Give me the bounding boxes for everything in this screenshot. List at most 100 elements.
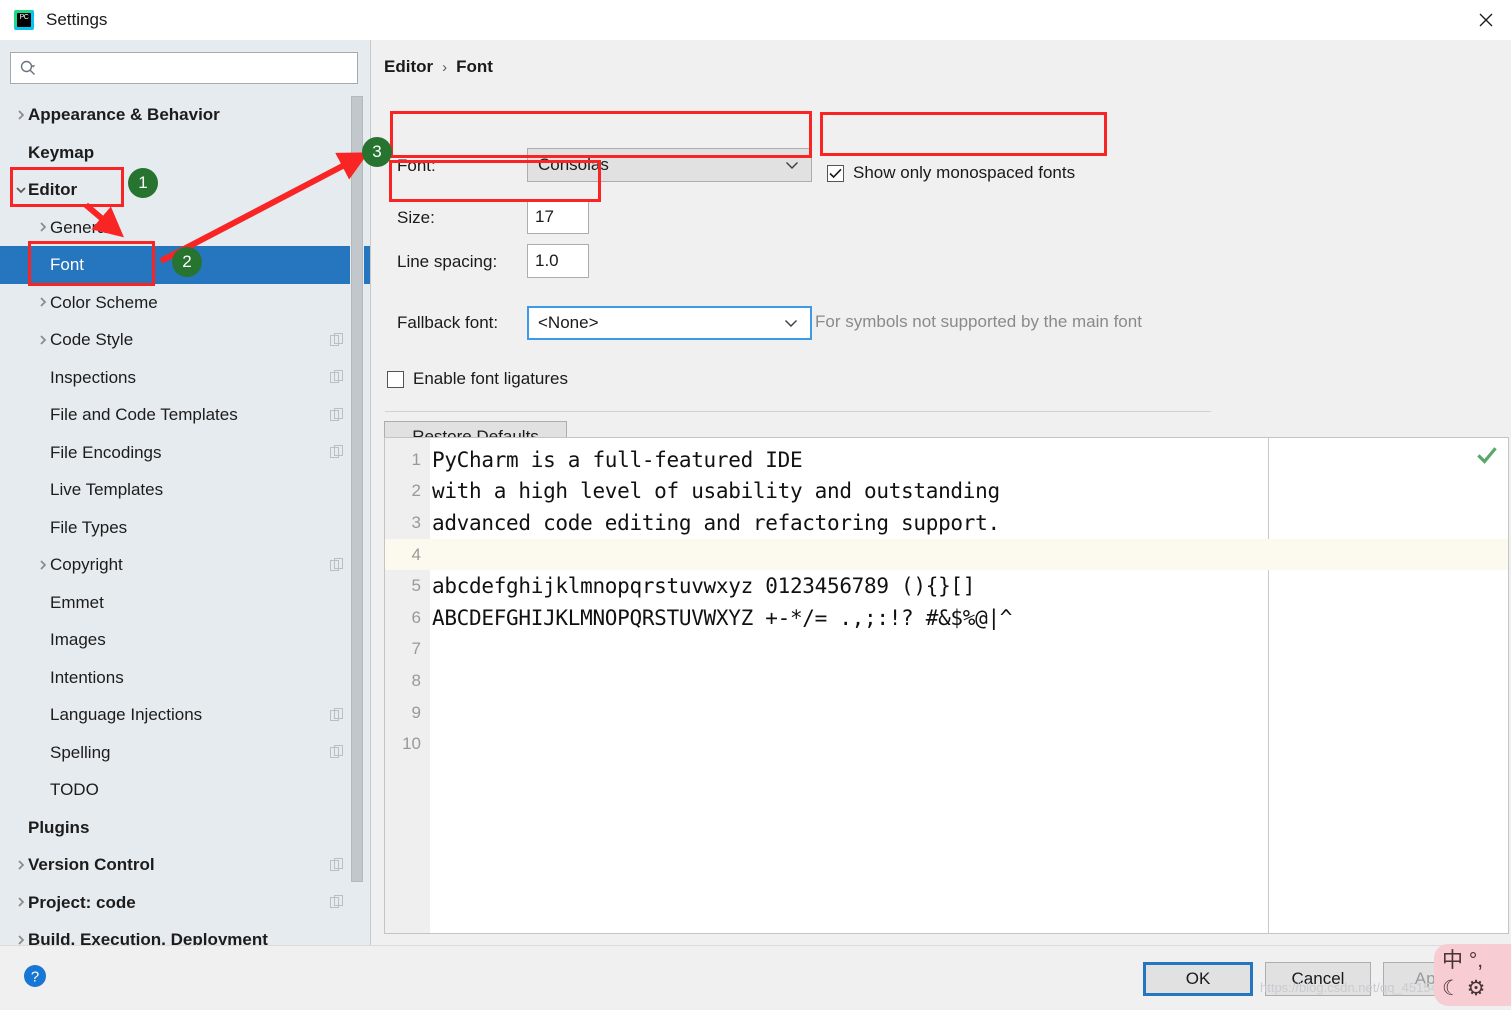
chevron-right-icon[interactable] xyxy=(36,295,50,309)
copy-settings-icon[interactable] xyxy=(330,445,344,459)
editor-line: 2 with a high level of usability and outs… xyxy=(385,476,1508,508)
ime-glyph-row-2: ☾ ⚙ xyxy=(1442,977,1486,1000)
copy-settings-icon[interactable] xyxy=(330,407,344,422)
monospaced-fonts-checkbox-row[interactable]: Show only monospaced fonts xyxy=(827,163,1075,183)
ime-floating-widget[interactable]: 中 °, ☾ ⚙ xyxy=(1434,944,1511,1006)
line-number: 6 xyxy=(411,607,421,627)
sidebar-item-label: Intentions xyxy=(50,667,124,687)
ligatures-checkbox[interactable] xyxy=(387,370,404,388)
sidebar-item-live-templates[interactable]: Live Templates xyxy=(0,471,370,509)
sidebar-item-label: Images xyxy=(50,630,106,650)
editor-line: 7 xyxy=(385,634,1508,666)
editor-line: 8 xyxy=(385,665,1508,697)
sidebar-item-label: File and Code Templates xyxy=(50,405,238,425)
chevron-right-icon[interactable] xyxy=(14,895,28,909)
copy-settings-icon[interactable] xyxy=(330,745,344,759)
sidebar-item-file-types[interactable]: File Types xyxy=(0,509,370,547)
settings-tree[interactable]: Appearance & Behavior Keymap Editor General… xyxy=(0,96,370,945)
copy-settings-icon[interactable] xyxy=(330,332,344,347)
editor-line: 1 PyCharm is a full-featured IDE xyxy=(385,444,1508,476)
copy-settings-icon[interactable] xyxy=(330,557,344,572)
line-number: 8 xyxy=(411,670,421,690)
line-spacing-input[interactable] xyxy=(527,244,589,278)
sidebar-item-label: Appearance & Behavior xyxy=(28,105,220,125)
green-check-icon[interactable] xyxy=(1477,446,1497,466)
sidebar-item-label: Plugins xyxy=(28,817,90,837)
sidebar-item-color-scheme[interactable]: Color Scheme xyxy=(0,284,370,322)
editor-line: 6 ABCDEFGHIJKLMNOPQRSTUVWXYZ +-*/= .,;:!?… xyxy=(385,602,1508,634)
sidebar-item-code-style[interactable]: Code Style xyxy=(0,321,370,359)
breadcrumb-parent[interactable]: Editor xyxy=(384,57,433,77)
sidebar-item-appearance-behavior[interactable]: Appearance & Behavior xyxy=(0,96,370,134)
sidebar-item-version-control[interactable]: Version Control xyxy=(0,846,370,884)
sidebar-scrollbar[interactable] xyxy=(350,96,364,945)
font-label: Font: xyxy=(397,156,436,175)
sidebar-item-plugins[interactable]: Plugins xyxy=(0,809,370,847)
sidebar-item-label: File Types xyxy=(50,517,128,537)
sidebar-item-label: Live Templates xyxy=(50,480,164,500)
search-input[interactable] xyxy=(37,59,357,77)
sidebar-item-todo[interactable]: TODO xyxy=(0,771,370,809)
size-label: Size: xyxy=(397,208,435,227)
sidebar-item-editor[interactable]: Editor xyxy=(0,171,370,209)
size-input[interactable] xyxy=(527,200,589,234)
search-icon xyxy=(19,59,37,77)
font-family-select[interactable]: Consolas xyxy=(527,148,812,182)
sidebar-item-copyright[interactable]: Copyright xyxy=(0,546,370,584)
chevron-right-icon[interactable] xyxy=(14,858,28,872)
line-text: with a high level of usability and outst… xyxy=(432,479,1000,504)
size-row: Size: xyxy=(384,198,604,238)
chevron-right-icon[interactable] xyxy=(36,220,50,234)
copy-settings-icon[interactable] xyxy=(330,370,344,384)
line-text: abcdefghijklmnopqrstuvwxyz 0123456789 ()… xyxy=(432,574,976,599)
copy-settings-icon[interactable] xyxy=(330,857,344,872)
sidebar-item-label: General xyxy=(50,217,111,237)
font-preview-editor[interactable]: 1 PyCharm is a full-featured IDE 2 with a h… xyxy=(384,437,1509,934)
chevron-down-icon[interactable] xyxy=(14,183,28,197)
sidebar-item-file-and-code-templates[interactable]: File and Code Templates xyxy=(0,396,370,434)
breadcrumb-separator-icon: › xyxy=(442,58,448,76)
chevron-right-icon[interactable] xyxy=(36,558,50,572)
sidebar-item-language-injections[interactable]: Language Injections xyxy=(0,696,370,734)
ime-glyph-row-1: 中 °, xyxy=(1442,949,1484,972)
editor-line: 3 advanced code editing and refactoring s… xyxy=(385,507,1508,539)
sidebar-item-inspections[interactable]: Inspections xyxy=(0,359,370,397)
copy-settings-icon[interactable] xyxy=(330,707,344,722)
sidebar-item-build-execution-deployment[interactable]: Build, Execution, Deployment xyxy=(0,921,370,945)
line-text: PyCharm is a full-featured IDE xyxy=(432,447,803,472)
cancel-button[interactable]: Cancel xyxy=(1265,962,1371,996)
fallback-font-hint: For symbols not supported by the main fo… xyxy=(815,312,1142,331)
sidebar-item-font[interactable]: Font xyxy=(0,246,370,284)
editor-line: 9 xyxy=(385,697,1508,729)
sidebar-item-file-encodings[interactable]: File Encodings xyxy=(0,434,370,472)
sidebar-item-emmet[interactable]: Emmet xyxy=(0,584,370,622)
chevron-down-icon xyxy=(784,318,798,328)
monospaced-fonts-checkbox[interactable] xyxy=(827,164,844,182)
sidebar-item-images[interactable]: Images xyxy=(0,621,370,659)
chevron-right-icon[interactable] xyxy=(36,333,50,347)
editor-line: 4 xyxy=(385,538,1508,571)
search-box[interactable] xyxy=(10,52,358,84)
fallback-font-label: Fallback font: xyxy=(397,313,499,332)
sidebar-item-intentions[interactable]: Intentions xyxy=(0,659,370,697)
ok-button[interactable]: OK xyxy=(1143,962,1253,996)
ligatures-checkbox-row[interactable]: Enable font ligatures xyxy=(387,369,568,389)
help-icon[interactable]: ? xyxy=(19,960,51,992)
copy-settings-icon[interactable] xyxy=(330,895,344,909)
svg-text:?: ? xyxy=(31,969,39,986)
line-number: 4 xyxy=(385,544,424,565)
fallback-font-select[interactable]: <None> xyxy=(527,306,812,340)
close-icon[interactable] xyxy=(1461,0,1511,40)
sidebar-scrollbar-thumb[interactable] xyxy=(351,96,363,882)
chevron-right-icon[interactable] xyxy=(14,933,28,945)
sidebar-item-label: Spelling xyxy=(50,742,111,762)
sidebar-item-general[interactable]: General xyxy=(0,209,370,247)
editor-line: 10 xyxy=(385,728,1508,760)
sidebar-item-project-code[interactable]: Project: code xyxy=(0,884,370,922)
sidebar-item-label: Emmet xyxy=(50,592,104,612)
line-text: advanced code editing and refactoring su… xyxy=(432,510,1000,535)
sidebar-item-spelling[interactable]: Spelling xyxy=(0,734,370,772)
sidebar-item-keymap[interactable]: Keymap xyxy=(0,134,370,172)
chevron-down-icon xyxy=(785,160,799,170)
chevron-right-icon[interactable] xyxy=(14,108,28,122)
